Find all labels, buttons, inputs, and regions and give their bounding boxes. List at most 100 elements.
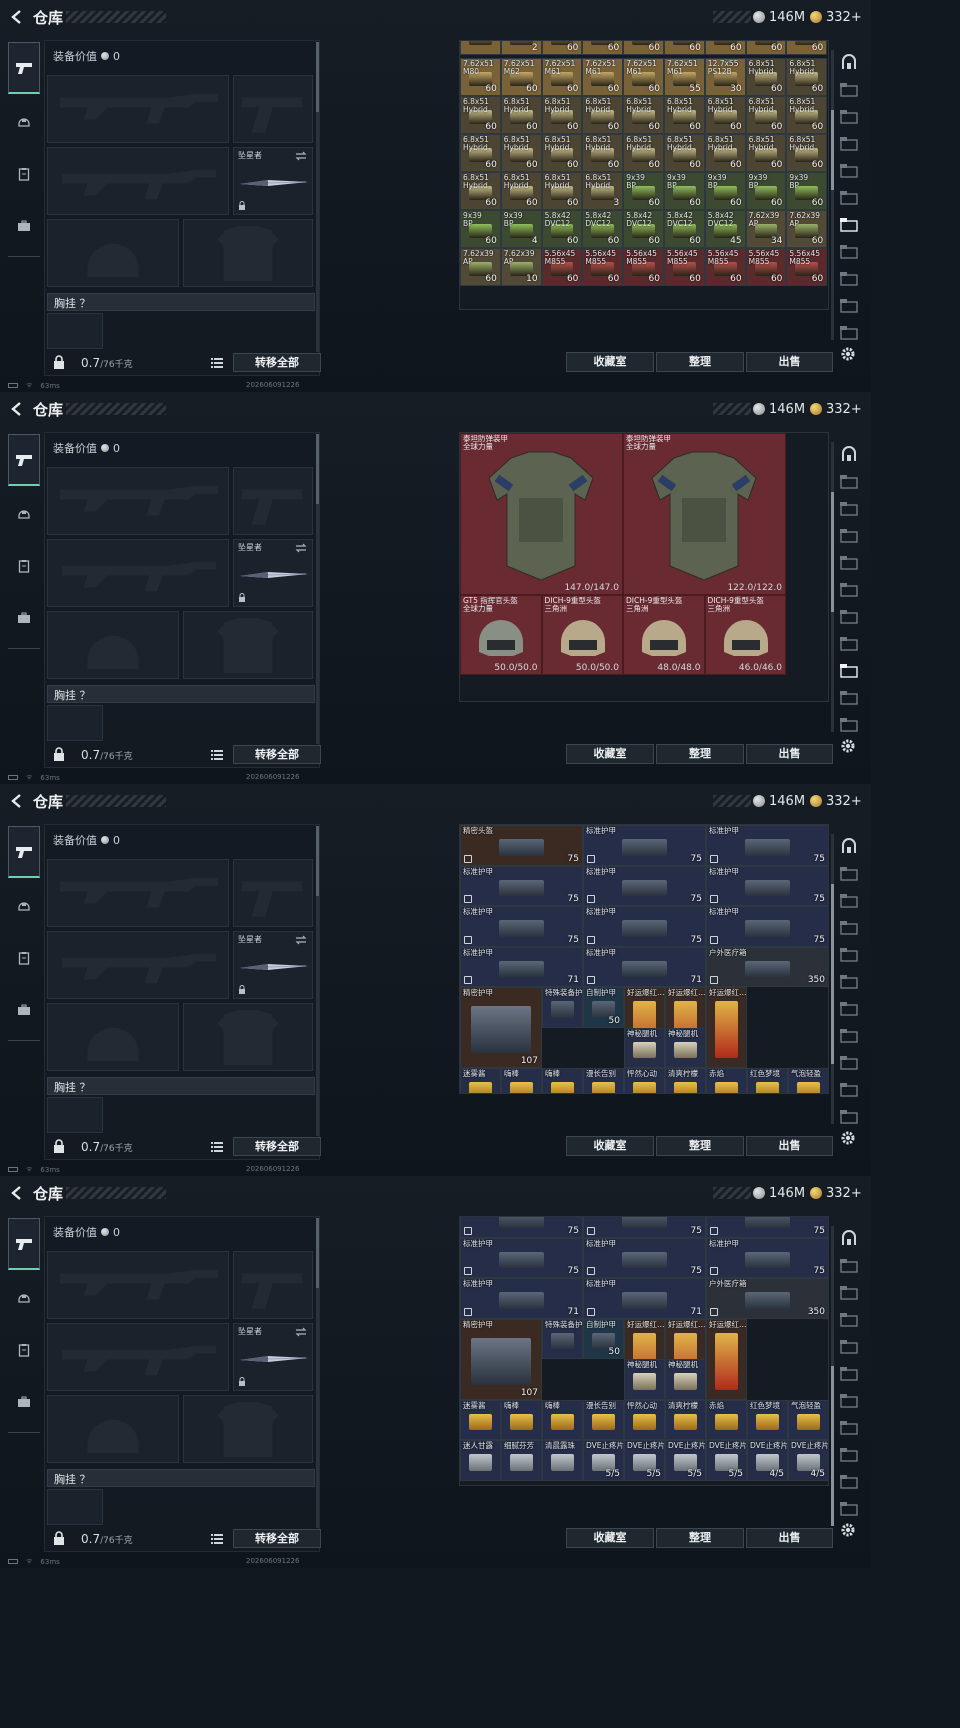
silver-currency[interactable]: 146M bbox=[753, 8, 805, 26]
grid-item[interactable]: 7.62x51 M80 60 bbox=[460, 58, 501, 96]
storage-tab-6[interactable] bbox=[837, 606, 861, 628]
grid-item[interactable]: 怦然心动 bbox=[624, 1399, 665, 1440]
grid-item[interactable]: 6.8x51 Hybrid 60 bbox=[541, 134, 583, 172]
primary-weapon-slot[interactable] bbox=[47, 1251, 229, 1319]
grid-item[interactable]: 6.8x51 Hybrid 3 bbox=[582, 172, 624, 210]
grid-item[interactable]: 7.62x51 M61 60 bbox=[582, 58, 624, 96]
grid-item[interactable]: 标准护甲 75 bbox=[706, 825, 828, 866]
grid-item[interactable]: 2 bbox=[500, 41, 542, 55]
grid-item[interactable]: 6.8x51 Hybrid 60 bbox=[745, 134, 787, 172]
grid-item[interactable]: 6.8x51 Hybrid 60 bbox=[664, 134, 705, 172]
grid-item[interactable]: 60 bbox=[704, 41, 746, 55]
grid-item[interactable]: 赤焰 bbox=[706, 1068, 747, 1093]
storage-tab-7[interactable] bbox=[837, 633, 861, 655]
grid-item[interactable]: 精密护甲 107 bbox=[460, 1318, 542, 1400]
storage-tab-7[interactable] bbox=[837, 1417, 861, 1439]
sell-button[interactable]: 出售 bbox=[746, 1528, 833, 1548]
secondary-weapon-slot[interactable] bbox=[47, 539, 229, 607]
grid-item[interactable]: 5.56x45 M855 60 bbox=[541, 248, 583, 286]
grid-item[interactable]: 标准护甲 75 bbox=[706, 1237, 828, 1278]
storage-scrollbar-thumb[interactable] bbox=[831, 1366, 834, 1526]
grid-item[interactable]: 7.62x39 AP 34 bbox=[745, 210, 787, 248]
storage-tab-3[interactable] bbox=[837, 525, 861, 547]
grid-item[interactable]: 迷人甘露 bbox=[460, 1440, 501, 1481]
secondary-weapon-slot[interactable] bbox=[47, 931, 229, 999]
melee-slot[interactable]: 坠星者 bbox=[233, 539, 313, 607]
grid-item[interactable]: 60 bbox=[582, 41, 624, 55]
storage-tab-6[interactable] bbox=[837, 1390, 861, 1412]
grid-item[interactable]: 清爽柠檬 bbox=[665, 1068, 706, 1093]
helmet-item[interactable]: DICH-9重型头盔 三角洲 48.0/48.0 bbox=[623, 595, 705, 675]
grid-item[interactable]: 6.8x51 Hybrid 60 bbox=[541, 96, 583, 134]
chest-rig-slot[interactable] bbox=[47, 313, 103, 349]
nav-weapons[interactable] bbox=[8, 42, 40, 94]
list-icon[interactable] bbox=[211, 750, 223, 760]
grid-item[interactable]: 标准护甲 75 bbox=[460, 865, 583, 906]
storage-tab-4[interactable] bbox=[837, 160, 861, 182]
storage-tab-10[interactable] bbox=[837, 322, 861, 344]
storage-tab-9[interactable] bbox=[837, 1079, 861, 1101]
gold-currency[interactable]: 332+ bbox=[810, 792, 862, 810]
grid-item[interactable]: 红色梦境 bbox=[747, 1399, 788, 1440]
helmet-item[interactable]: GT5 指挥官头盔 全球力量 50.0/50.0 bbox=[460, 595, 542, 675]
grid-item[interactable]: 7.62x51 M61 60 bbox=[541, 58, 583, 96]
storage-tab-8[interactable] bbox=[837, 660, 861, 682]
vault-tab[interactable] bbox=[837, 1228, 861, 1250]
equipment-scrollbar-thumb[interactable] bbox=[316, 826, 319, 896]
storage-tab-3[interactable] bbox=[837, 917, 861, 939]
nav-backpack[interactable] bbox=[8, 206, 40, 246]
nav-helmet[interactable] bbox=[8, 1278, 40, 1318]
gold-currency[interactable]: 332+ bbox=[810, 400, 862, 418]
storage-scrollbar[interactable] bbox=[831, 50, 834, 340]
grid-item[interactable]: 9x39 BP 4 bbox=[500, 210, 542, 248]
grid-item[interactable]: 6.8x51 Hybrid 60 bbox=[704, 134, 746, 172]
grid-item[interactable]: 自制护甲 50 bbox=[583, 1318, 624, 1359]
storage-tab-6[interactable] bbox=[837, 998, 861, 1020]
armor-item[interactable]: 泰坦防弹装甲 全球力量 147.0/147.0 bbox=[460, 433, 623, 595]
storage-tab-7[interactable] bbox=[837, 1025, 861, 1047]
helmet-slot[interactable] bbox=[47, 1395, 179, 1463]
grid-item[interactable]: 标准护甲 75 bbox=[706, 906, 828, 947]
grid-item[interactable]: DVE止疼片 5/5 bbox=[624, 1440, 665, 1481]
storage-tab-3[interactable] bbox=[837, 133, 861, 155]
grid-item[interactable]: 标准护甲 75 bbox=[583, 825, 706, 866]
grid-item[interactable]: 神秘腿机 bbox=[665, 1027, 706, 1068]
storage-tab-3[interactable] bbox=[837, 1309, 861, 1331]
storage-tab-5[interactable] bbox=[837, 579, 861, 601]
grid-item[interactable]: 迷雾酱 bbox=[460, 1068, 501, 1093]
storage-tab-1[interactable] bbox=[837, 79, 861, 101]
pistol-slot[interactable] bbox=[233, 75, 313, 143]
grid-item[interactable]: 好运爆红… bbox=[706, 1318, 747, 1400]
grid-item[interactable]: 60 bbox=[786, 41, 828, 55]
storage-tab-2[interactable] bbox=[837, 1282, 861, 1304]
sort-button[interactable]: 整理 bbox=[656, 744, 744, 764]
grid-item[interactable]: 神秘腿机 bbox=[665, 1359, 706, 1400]
storage-tab-10[interactable] bbox=[837, 1106, 861, 1128]
nav-weapons[interactable] bbox=[8, 1218, 40, 1270]
grid-item[interactable]: 漫长告别 bbox=[583, 1399, 624, 1440]
pistol-slot[interactable] bbox=[233, 1251, 313, 1319]
storage-tab-4[interactable] bbox=[837, 552, 861, 574]
nav-helmet[interactable] bbox=[8, 494, 40, 534]
helmet-slot[interactable] bbox=[47, 611, 179, 679]
list-icon[interactable] bbox=[211, 358, 223, 368]
nav-weapons[interactable] bbox=[8, 434, 40, 486]
grid-item[interactable]: 9x39 BP 60 bbox=[460, 210, 501, 248]
grid-item[interactable]: 5.56x45 M855 60 bbox=[745, 248, 787, 286]
swap-icon[interactable] bbox=[295, 935, 307, 945]
grid-item[interactable]: 60 bbox=[541, 41, 583, 55]
grid-item[interactable]: 气泡轻盈 bbox=[788, 1399, 828, 1440]
swap-icon[interactable] bbox=[295, 151, 307, 161]
chest-rig-bar[interactable]: 胸挂 ？ bbox=[47, 685, 315, 703]
grid-item[interactable]: 特殊装备护甲 bbox=[542, 1318, 583, 1359]
grid-item[interactable]: 漫长告别 bbox=[583, 1068, 624, 1093]
armor-slot[interactable] bbox=[183, 1003, 313, 1071]
grid-item[interactable]: 5.8x42 DVC12 60 bbox=[623, 210, 664, 248]
grid-item[interactable]: 7.62x39 AP 60 bbox=[460, 248, 501, 286]
chest-rig-slot[interactable] bbox=[47, 1097, 103, 1133]
storage-tab-1[interactable] bbox=[837, 1255, 861, 1277]
sell-button[interactable]: 出售 bbox=[746, 1136, 833, 1156]
grid-item[interactable]: 神秘腿机 bbox=[624, 1359, 665, 1400]
grid-item[interactable]: 5.56x45 M855 60 bbox=[786, 248, 828, 286]
grid-item[interactable]: 5.8x42 DVC12 60 bbox=[664, 210, 705, 248]
